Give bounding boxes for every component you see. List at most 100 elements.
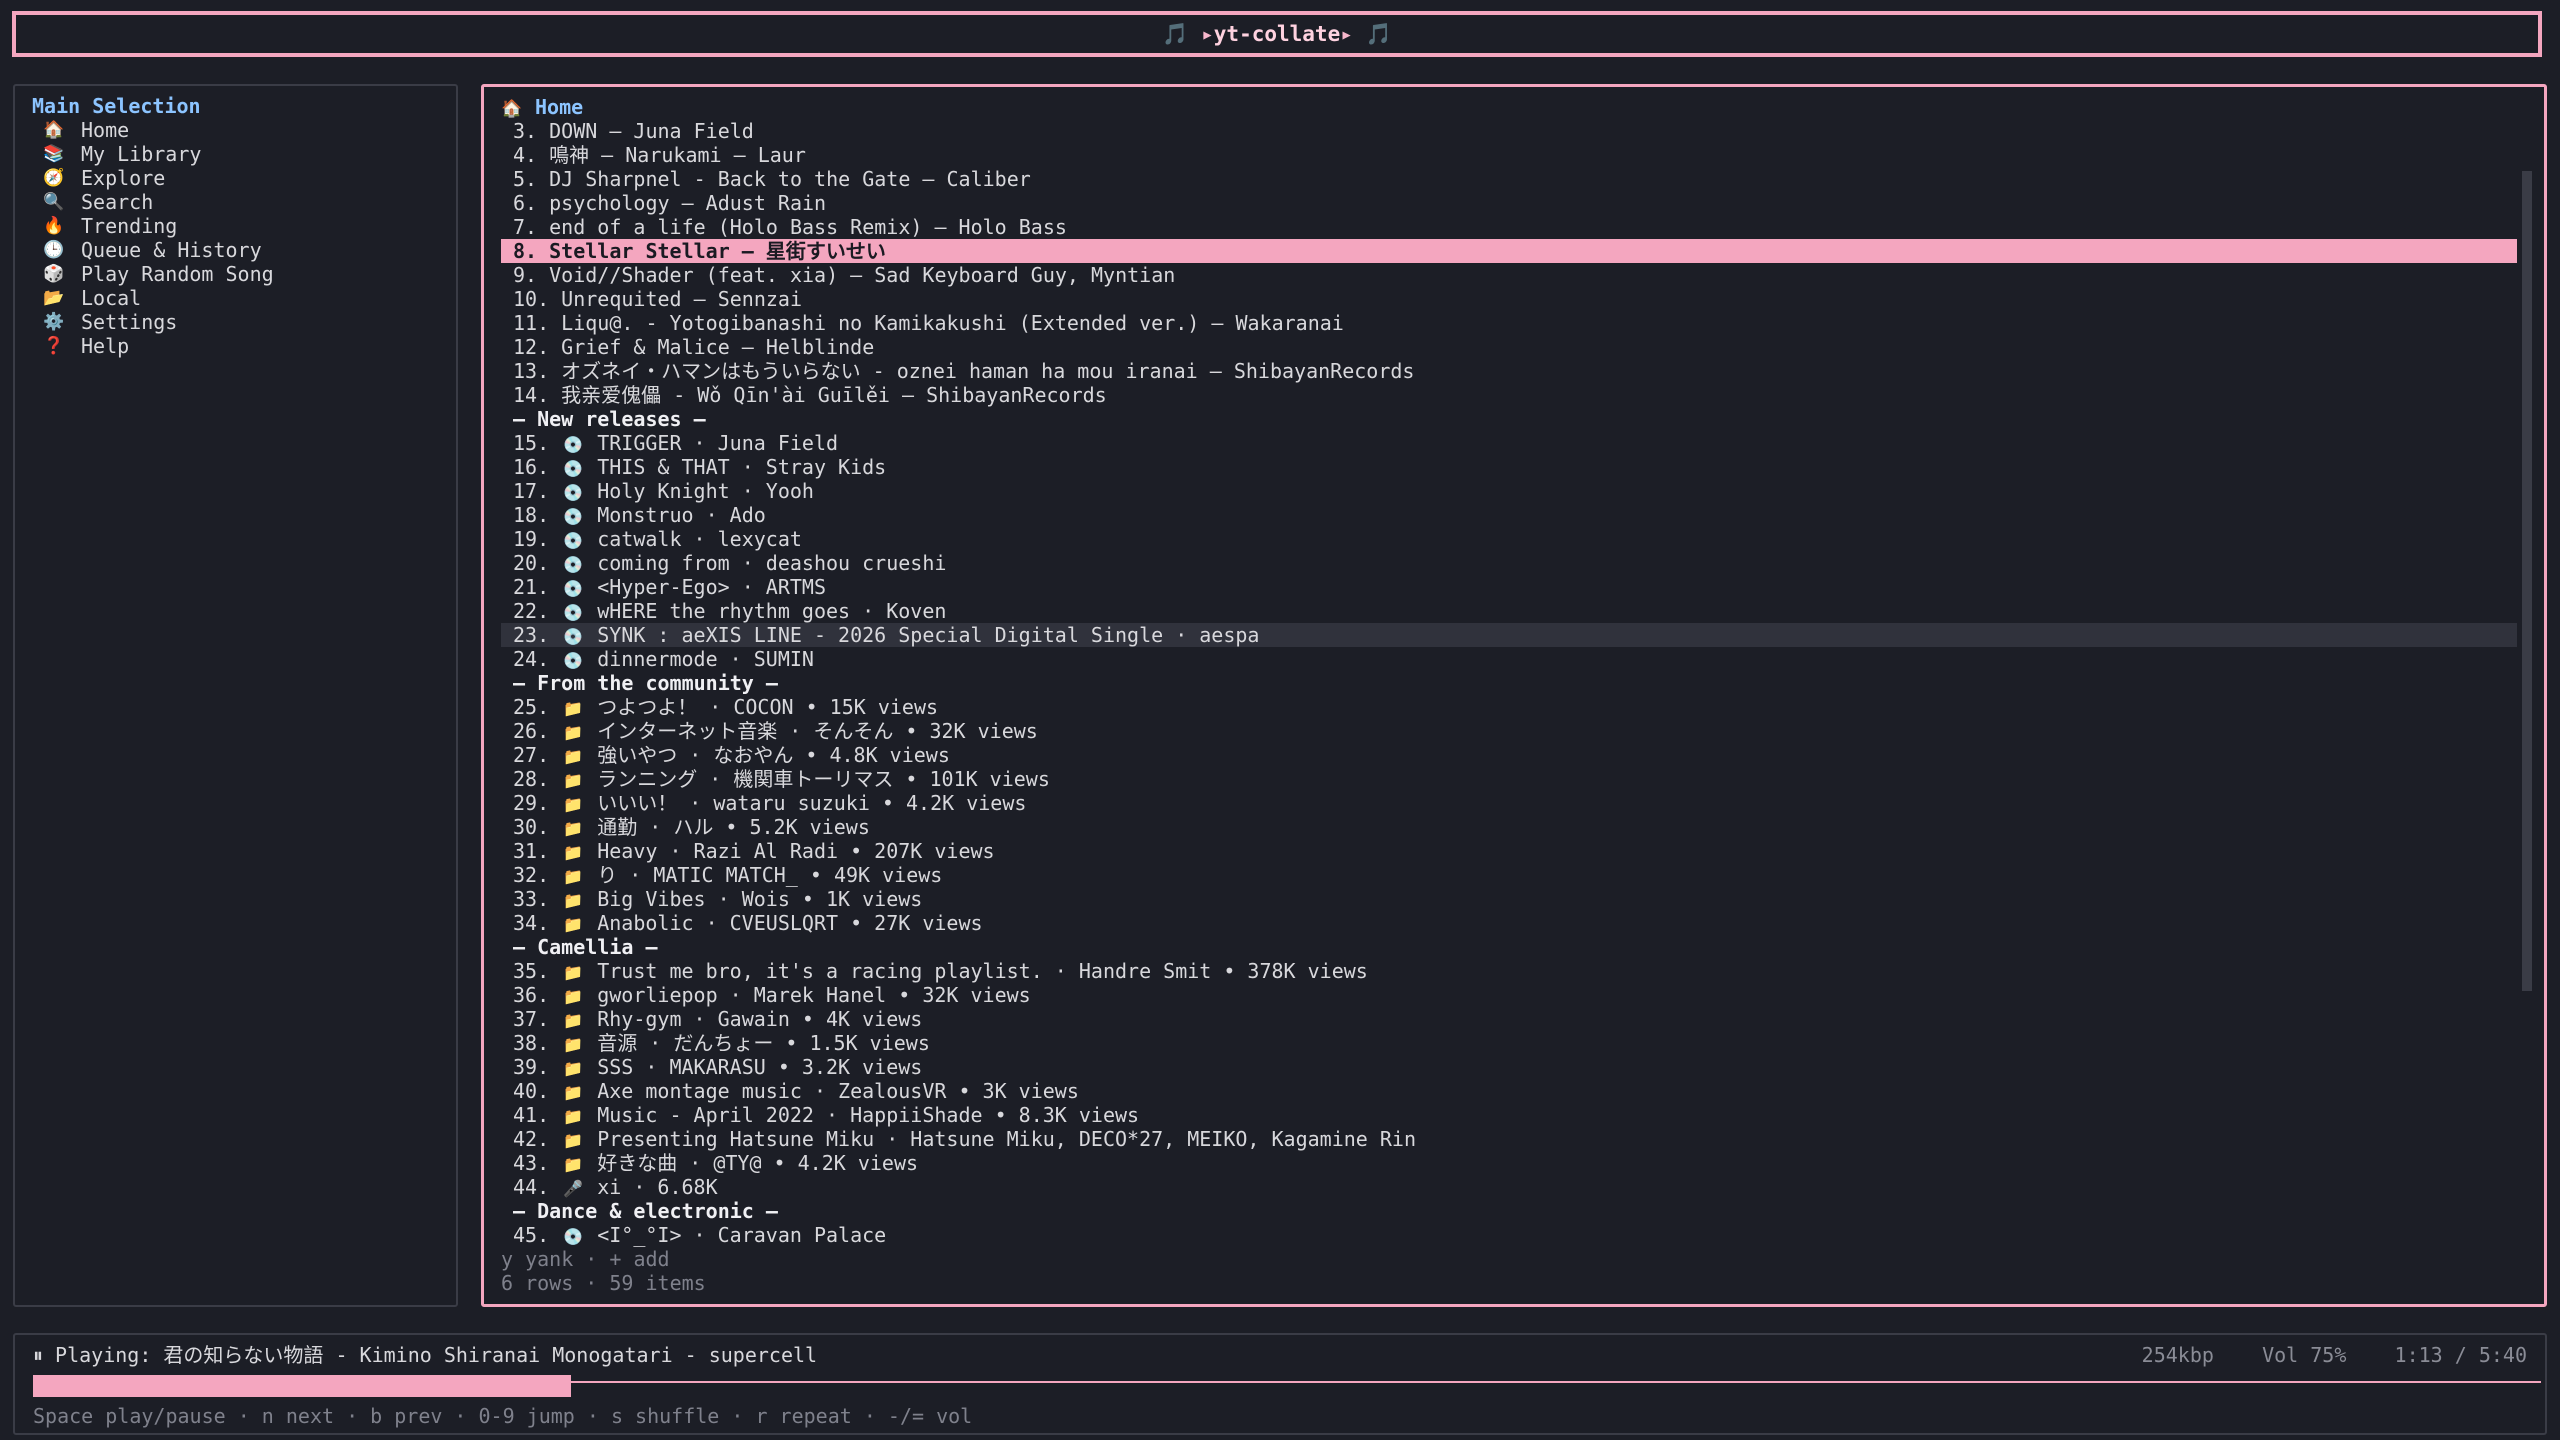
list-item[interactable]: 31. 📁 Heavy · Razi Al Radi • 207K views — [501, 839, 2517, 863]
album-disc-icon: 💿 — [563, 627, 584, 646]
list-item[interactable]: 14. 我亲爱傀儡 - Wǒ Qīn'ài Guīlěi — ShibayanR… — [501, 383, 2517, 407]
main-list[interactable]: 3. DOWN — Juna Field 4. 鳴神 — Narukami — L… — [501, 119, 2517, 1247]
item-title: gworliepop · Marek Hanel • 32K views — [597, 983, 1031, 1007]
list-item[interactable]: 25. 📁 つよつよ！ · COCON • 15K views — [501, 695, 2517, 719]
list-item[interactable]: 24. 💿 dinnermode · SUMIN — [501, 647, 2517, 671]
item-title: 鳴神 — Narukami — Laur — [549, 143, 806, 167]
playlist-folder-icon: 📁 — [563, 915, 584, 934]
pause-icon[interactable]: ⏸ — [33, 1343, 43, 1367]
playlist-folder-icon: 📁 — [563, 819, 584, 838]
list-item[interactable]: 6. psychology — Adust Rain — [501, 191, 2517, 215]
sidebar-item-icon: 🔥 — [43, 216, 65, 236]
sidebar: Main Selection 🏠 Home 📚 My Library 🧭 Explore 🔍… — [13, 84, 458, 1307]
list-item[interactable]: 45. 💿 <I°_°I> · Caravan Palace — [501, 1223, 2517, 1247]
now-playing: ⏸ Playing: 君の知らない物語 - Kimino Shiranai Mo… — [33, 1343, 817, 1367]
list-item[interactable]: 41. 📁 Music - April 2022 · HappiiShade •… — [501, 1103, 2517, 1127]
playlist-folder-icon: 📁 — [563, 867, 584, 886]
list-item[interactable]: 40. 📁 Axe montage music · ZealousVR • 3K… — [501, 1079, 2517, 1103]
list-item[interactable]: 33. 📁 Big Vibes · Wois • 1K views — [501, 887, 2517, 911]
item-number: 5. — [513, 167, 538, 191]
album-disc-icon: 💿 — [563, 459, 584, 478]
list-item[interactable]: 8. Stellar Stellar — 星街すいせい — [501, 239, 2517, 263]
item-title: xi · 6.68K — [597, 1175, 718, 1199]
list-item[interactable]: 30. 📁 通勤 · ハル • 5.2K views — [501, 815, 2517, 839]
sidebar-item-local[interactable]: 📂 Local — [43, 286, 274, 310]
list-item[interactable]: 7. end of a life (Holo Bass Remix) — Hol… — [501, 215, 2517, 239]
sidebar-item-icon: 🏠 — [43, 120, 65, 140]
time-readout: 1:13 / 5:40 — [2394, 1343, 2527, 1367]
sidebar-item-settings[interactable]: ⚙️ Settings — [43, 310, 274, 334]
list-item[interactable]: 34. 📁 Anabolic · CVEUSLQRT • 27K views — [501, 911, 2517, 935]
list-item[interactable]: 39. 📁 SSS · MAKARASU • 3.2K views — [501, 1055, 2517, 1079]
list-item[interactable]: 11. Liqu@. - Yotogibanashi no Kamikakush… — [501, 311, 2517, 335]
playlist-folder-icon: 📁 — [563, 1107, 584, 1126]
list-item[interactable]: 23. 💿 SYNK : aeXIS LINE - 2026 Special D… — [501, 623, 2517, 647]
sidebar-item-explore[interactable]: 🧭 Explore — [43, 166, 274, 190]
list-item[interactable]: 10. Unrequited — Sennzai — [501, 287, 2517, 311]
list-item[interactable]: 26. 📁 インターネット音楽 · そんそん • 32K views — [501, 719, 2517, 743]
sidebar-item-my-library[interactable]: 📚 My Library — [43, 142, 274, 166]
sidebar-item-label: Settings — [81, 310, 178, 334]
player-key-hints: Space play/pause · n next · b prev · 0-9… — [33, 1404, 973, 1428]
main-heading-label: Home — [535, 95, 584, 119]
title-prefix: 🎵 ▸ — [1162, 21, 1214, 46]
sidebar-item-home[interactable]: 🏠 Home — [43, 118, 274, 142]
item-title: Trust me bro, it's a racing playlist. · … — [597, 959, 1368, 983]
list-item[interactable]: 37. 📁 Rhy-gym · Gawain • 4K views — [501, 1007, 2517, 1031]
item-number: 25. — [513, 695, 550, 719]
sidebar-item-queue-history[interactable]: 🕒 Queue & History — [43, 238, 274, 262]
main-scrollbar[interactable] — [2522, 171, 2532, 991]
item-title: つよつよ！ · COCON • 15K views — [597, 695, 939, 719]
sidebar-item-label: Explore — [81, 166, 166, 190]
section-header: — New releases — — [513, 407, 706, 431]
list-item[interactable]: 18. 💿 Monstruo · Ado — [501, 503, 2517, 527]
list-item[interactable]: 29. 📁 いいい！ · wataru suzuki • 4.2K views — [501, 791, 2517, 815]
item-number: 11. — [513, 311, 550, 335]
item-number: 44. — [513, 1175, 550, 1199]
list-item[interactable]: 21. 💿 <Hyper-Ego> · ARTMS — [501, 575, 2517, 599]
list-item[interactable]: 36. 📁 gworliepop · Marek Hanel • 32K vie… — [501, 983, 2517, 1007]
progress-bar[interactable] — [33, 1375, 2541, 1397]
sidebar-item-label: Queue & History — [81, 238, 262, 262]
item-title: いいい！ · wataru suzuki • 4.2K views — [597, 791, 1027, 815]
list-item[interactable]: 35. 📁 Trust me bro, it's a racing playli… — [501, 959, 2517, 983]
list-item[interactable]: 12. Grief & Malice — Helblinde — [501, 335, 2517, 359]
list-item[interactable]: 13. オズネイ・ハマンはもういらない - oznei haman ha mou… — [501, 359, 2517, 383]
list-item[interactable]: 3. DOWN — Juna Field — [501, 119, 2517, 143]
sidebar-item-trending[interactable]: 🔥 Trending — [43, 214, 274, 238]
album-disc-icon: 💿 — [563, 651, 584, 670]
list-item[interactable]: 43. 📁 好きな曲 · @TY@ • 4.2K views — [501, 1151, 2517, 1175]
list-item[interactable]: 38. 📁 音源 · だんちょー • 1.5K views — [501, 1031, 2517, 1055]
item-number: 31. — [513, 839, 550, 863]
sidebar-item-play-random-song[interactable]: 🎲 Play Random Song — [43, 262, 274, 286]
item-title: DOWN — Juna Field — [549, 119, 754, 143]
sidebar-item-help[interactable]: ❓ Help — [43, 334, 274, 358]
list-item[interactable]: 20. 💿 coming from · deashou crueshi — [501, 551, 2517, 575]
list-item[interactable]: 16. 💿 THIS & THAT · Stray Kids — [501, 455, 2517, 479]
list-item[interactable]: 28. 📁 ランニング · 機関車トーリマス • 101K views — [501, 767, 2517, 791]
list-item[interactable]: 32. 📁 り · MATIC MATCH_ • 49K views — [501, 863, 2517, 887]
list-item[interactable]: 4. 鳴神 — Narukami — Laur — [501, 143, 2517, 167]
now-playing-text: Playing: 君の知らない物語 - Kimino Shiranai Mono… — [55, 1343, 818, 1367]
item-title: 我亲爱傀儡 - Wǒ Qīn'ài Guīlěi — ShibayanRecor… — [561, 383, 1107, 407]
list-item[interactable]: 15. 💿 TRIGGER · Juna Field — [501, 431, 2517, 455]
sidebar-item-search[interactable]: 🔍 Search — [43, 190, 274, 214]
item-title: Anabolic · CVEUSLQRT • 27K views — [597, 911, 983, 935]
sidebar-item-label: My Library — [81, 142, 202, 166]
list-item[interactable]: 44. 🎤 xi · 6.68K — [501, 1175, 2517, 1199]
list-item[interactable]: 5. DJ Sharpnel - Back to the Gate — Cali… — [501, 167, 2517, 191]
list-item[interactable]: 17. 💿 Holy Knight · Yooh — [501, 479, 2517, 503]
list-item[interactable]: 27. 📁 強いやつ · なおやん • 4.8K views — [501, 743, 2517, 767]
item-title: TRIGGER · Juna Field — [597, 431, 839, 455]
playlist-folder-icon: 📁 — [563, 771, 584, 790]
sidebar-item-icon: 📚 — [43, 144, 65, 164]
list-item[interactable]: 9. Void//Shader (feat. xia) — Sad Keyboa… — [501, 263, 2517, 287]
item-title: ランニング · 機関車トーリマス • 101K views — [597, 767, 1050, 791]
album-disc-icon: 💿 — [563, 579, 584, 598]
list-item[interactable]: 42. 📁 Presenting Hatsune Miku · Hatsune … — [501, 1127, 2517, 1151]
list-item[interactable]: 19. 💿 catwalk · lexycat — [501, 527, 2517, 551]
sidebar-item-label: Play Random Song — [81, 262, 274, 286]
item-title: wHERE the rhythm goes · Koven — [597, 599, 947, 623]
list-item[interactable]: 22. 💿 wHERE the rhythm goes · Koven — [501, 599, 2517, 623]
item-title: り · MATIC MATCH_ • 49K views — [597, 863, 943, 887]
